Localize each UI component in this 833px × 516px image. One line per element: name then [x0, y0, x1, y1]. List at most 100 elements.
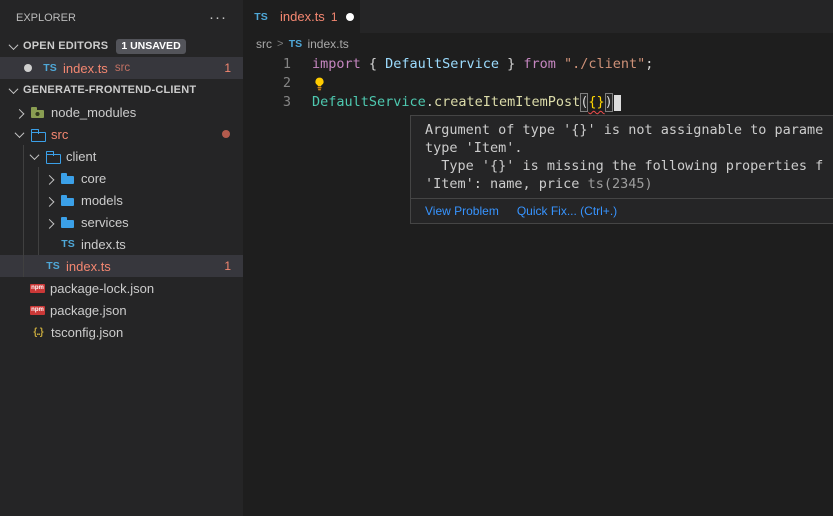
json-braces-icon: {..}	[30, 324, 46, 340]
tree-item-index-ts[interactable]: TS index.ts 1	[0, 255, 243, 277]
tree-item-label: client	[66, 149, 96, 164]
tooltip-line: type 'Item'.	[425, 139, 833, 157]
line-number: 3	[243, 93, 291, 112]
indent-guide	[23, 145, 24, 277]
tree-item-label: tsconfig.json	[51, 325, 123, 340]
tree-item-tsconfig-json[interactable]: {..} tsconfig.json	[0, 321, 243, 343]
section-header-workspace[interactable]: GENERATE-FRONTEND-CLIENT	[0, 79, 243, 101]
modified-dot-icon[interactable]	[346, 13, 354, 21]
chevron-right-icon	[45, 196, 55, 206]
tree-item-core[interactable]: core	[0, 167, 243, 189]
code-token: .	[426, 93, 434, 112]
tree-item-label: index.ts	[66, 259, 111, 274]
tree-item-label: src	[51, 127, 68, 142]
folder-open-icon	[30, 126, 46, 142]
code-line: 3DefaultService.createItemItemPost({})	[243, 93, 833, 112]
tree-item-src[interactable]: src	[0, 123, 243, 145]
file-detail: src	[115, 62, 130, 74]
quick-fix-link[interactable]: Quick Fix... (Ctrl+.)	[517, 204, 617, 218]
explorer-sidebar: EXPLORER ··· OPEN EDITORS 1 UNSAVED TS i…	[0, 0, 243, 516]
code-token: "./client"	[564, 55, 645, 74]
code-token: {	[361, 55, 385, 74]
code-line: 2	[243, 74, 833, 93]
ts-file-icon: TS	[42, 60, 58, 76]
code-token: )	[605, 93, 613, 112]
code-editor[interactable]: 1import { DefaultService } from "./clien…	[243, 55, 833, 112]
vscode-window: EXPLORER ··· OPEN EDITORS 1 UNSAVED TS i…	[0, 0, 833, 516]
lightbulb-icon[interactable]	[312, 76, 328, 92]
tree-item-node-modules[interactable]: node_modules	[0, 101, 243, 123]
chevron-down-icon	[9, 40, 19, 50]
tooltip-text: Type '{}' is missing the following prope…	[425, 158, 823, 174]
code-token: createItemItemPost	[434, 93, 580, 112]
more-actions-icon[interactable]: ···	[209, 9, 227, 26]
ts-file-icon: TS	[288, 36, 302, 52]
tree-item-models[interactable]: models	[0, 189, 243, 211]
error-count-badge: 1	[224, 61, 231, 75]
line-content: DefaultService.createItemItemPost({})	[291, 93, 621, 112]
tree-item-package-lock-json[interactable]: npm package-lock.json	[0, 277, 243, 299]
tree-item-services[interactable]: services	[0, 211, 243, 233]
error-dot-badge	[222, 130, 230, 138]
unsaved-badge: 1 UNSAVED	[116, 39, 185, 54]
tree-item-package-json[interactable]: npm package.json	[0, 299, 243, 321]
text-cursor-icon	[614, 95, 621, 111]
folder-icon	[60, 214, 76, 230]
tab-index-ts[interactable]: TS index.ts 1	[243, 0, 360, 33]
tree-item-label: core	[81, 171, 106, 186]
error-count-badge: 1	[224, 259, 231, 273]
modified-dot-icon	[24, 64, 32, 72]
chevron-right-icon: >	[277, 38, 283, 50]
tab-label: index.ts	[280, 9, 325, 24]
folder-icon	[60, 170, 76, 186]
line-content: import { DefaultService } from "./client…	[291, 55, 653, 74]
tab-error-badge: 1	[331, 10, 338, 24]
code-token: ;	[645, 55, 653, 74]
tree-item-label: node_modules	[51, 105, 136, 120]
code-token: {}	[588, 93, 604, 112]
tooltip-text: 'Item': name, price	[425, 176, 588, 192]
tree-item-label: package.json	[50, 303, 127, 318]
breadcrumb-item-index-ts[interactable]: index.ts	[307, 37, 348, 51]
tooltip-text: type 'Item'.	[425, 140, 523, 156]
chevron-down-icon	[9, 84, 19, 94]
tooltip-text: Argument of type '{}' is not assignable …	[425, 122, 823, 138]
code-token	[556, 55, 564, 74]
ts-file-icon: TS	[60, 236, 76, 252]
tree-item-client[interactable]: client	[0, 145, 243, 167]
view-problem-link[interactable]: View Problem	[425, 204, 499, 218]
code-token: from	[523, 55, 556, 74]
error-tooltip: Argument of type '{}' is not assignable …	[410, 115, 833, 224]
tab-bar: TS index.ts 1	[243, 0, 833, 33]
tooltip-line: Argument of type '{}' is not assignable …	[425, 121, 833, 139]
npm-file-icon: npm	[30, 284, 45, 293]
section-header-open-editors[interactable]: OPEN EDITORS 1 UNSAVED	[0, 35, 243, 57]
tree-item-label: index.ts	[81, 237, 126, 252]
workspace-label: GENERATE-FRONTEND-CLIENT	[23, 84, 196, 96]
tooltip-actions: View Problem Quick Fix... (Ctrl+.)	[411, 198, 833, 223]
chevron-right-icon	[45, 218, 55, 228]
tree-item-label: package-lock.json	[50, 281, 154, 296]
tree-item-index-ts[interactable]: TS index.ts	[0, 233, 243, 255]
code-token: }	[499, 55, 523, 74]
tooltip-text: ts(2345)	[588, 176, 653, 192]
code-token: import	[312, 55, 361, 74]
breadcrumb-item-src[interactable]: src	[256, 37, 272, 51]
ts-file-icon: TS	[253, 9, 269, 25]
editor-area: TS index.ts 1 src > TS index.ts 1import …	[243, 0, 833, 516]
explorer-title: EXPLORER	[16, 12, 76, 24]
open-editor-item-index-ts[interactable]: TS index.ts src 1	[0, 57, 243, 79]
ts-file-icon: TS	[45, 258, 61, 274]
code-token: (	[580, 93, 588, 112]
chevron-down-icon	[30, 150, 40, 160]
folder-open-icon	[45, 148, 61, 164]
line-content	[291, 74, 328, 93]
folder-icon	[60, 192, 76, 208]
npm-file-icon: npm	[30, 306, 45, 315]
file-tree: node_modulessrcclientcoremodelsservicesT…	[0, 101, 243, 343]
chevron-right-icon	[15, 108, 25, 118]
chevron-right-icon	[45, 174, 55, 184]
line-number: 1	[243, 55, 291, 74]
sidebar-title-row: EXPLORER ···	[0, 0, 243, 35]
code-line: 1import { DefaultService } from "./clien…	[243, 55, 833, 74]
